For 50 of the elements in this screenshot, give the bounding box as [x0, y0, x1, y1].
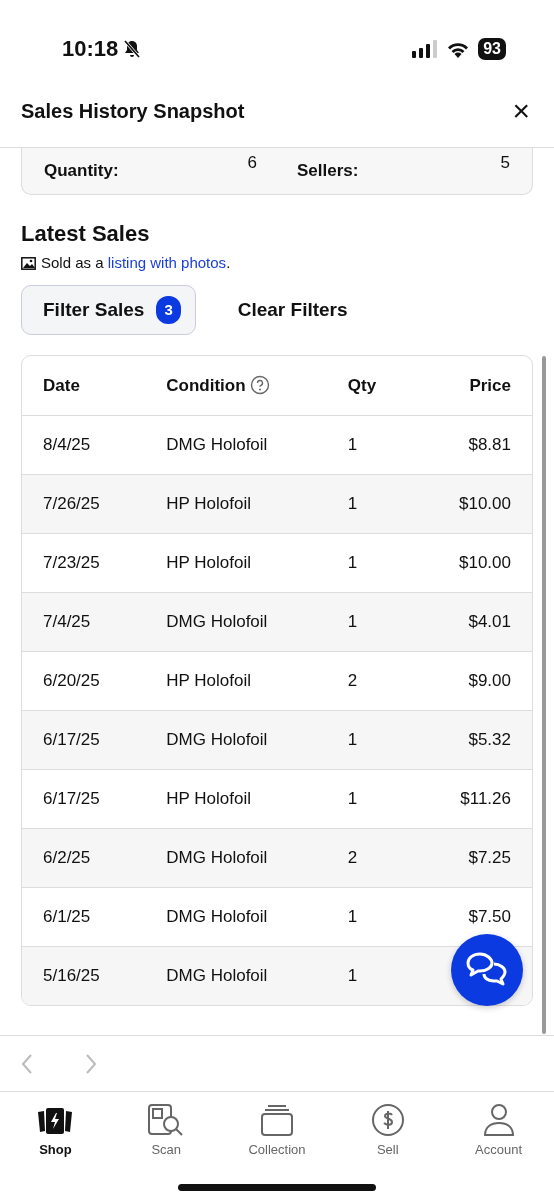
filter-count-badge: 3	[156, 295, 181, 325]
tab-bar-item[interactable]: Sell	[332, 1100, 444, 1184]
table-cell: 7/26/25	[22, 474, 146, 534]
table-cell: 1	[326, 474, 415, 534]
table-cell: $10.00	[414, 474, 532, 534]
battery-level: 93	[478, 37, 506, 60]
table-cell: 2	[326, 828, 415, 888]
person-icon	[483, 1104, 514, 1136]
table-cell: $4.01	[414, 592, 532, 652]
image-icon	[21, 256, 36, 270]
close-button[interactable]: ×	[508, 96, 534, 126]
table-cell: 5/16/25	[22, 946, 146, 1006]
tab-bar-item[interactable]: Shop	[0, 1100, 111, 1184]
column-header: Condition	[166, 374, 246, 397]
scan-search-icon	[148, 1104, 185, 1136]
table-cell: $5.32	[414, 710, 532, 770]
table-cell: 1	[326, 710, 415, 770]
clear-filters-button[interactable]: Clear Filters	[217, 285, 368, 335]
dialog-title: Sales History Snapshot	[21, 99, 245, 124]
tab-bar-item[interactable]: Account	[443, 1100, 554, 1184]
stat-label: Sellers:	[297, 160, 360, 182]
column-header: Price	[414, 356, 532, 416]
stat-value: 5	[500, 152, 510, 174]
column-header: Qty	[326, 356, 415, 416]
table-cell: 6/17/25	[22, 710, 146, 770]
stat-value: 6	[247, 152, 257, 174]
help-icon[interactable]	[249, 375, 270, 396]
table-cell: 7/4/25	[22, 592, 146, 652]
signal-icon	[412, 39, 439, 58]
tab-bar-item[interactable]: Scan	[110, 1100, 222, 1184]
stat-label: Quantity:	[44, 160, 120, 182]
muted-bell-icon	[122, 38, 143, 59]
section-title: Latest Sales	[21, 220, 151, 249]
listing-note: Sold as a listing with photos.	[41, 253, 231, 274]
table-cell: HP Holofoil	[145, 474, 327, 534]
table-cell: DMG Holofoil	[145, 946, 327, 1006]
stack-icon	[261, 1104, 293, 1136]
table-cell: $7.25	[414, 828, 532, 888]
table-cell: DMG Holofoil	[145, 592, 327, 652]
filter-sales-button[interactable]: Filter Sales 3	[21, 284, 196, 336]
table-cell: 6/2/25	[22, 828, 146, 888]
column-header: Date	[22, 356, 146, 416]
tab-bar-item[interactable]: Collection	[221, 1100, 333, 1184]
clock-time: 10:18	[62, 35, 119, 63]
cards-icon	[37, 1106, 74, 1136]
table-cell: DMG Holofoil	[145, 710, 327, 770]
table-cell: 1	[326, 946, 415, 1006]
dollar-icon	[371, 1104, 404, 1136]
table-cell: DMG Holofoil	[145, 828, 327, 888]
table-cell: 1	[326, 592, 415, 652]
